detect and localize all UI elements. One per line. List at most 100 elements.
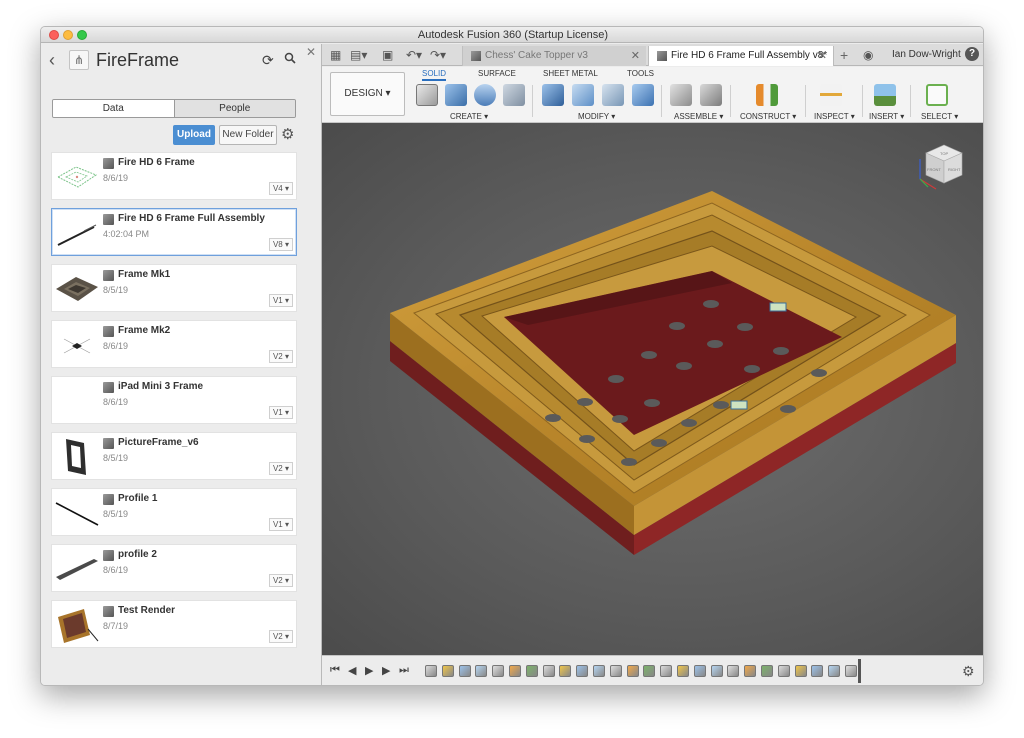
timeline-feature-icon[interactable]	[441, 665, 454, 677]
job-status-icon[interactable]: ◉	[863, 48, 873, 62]
timeline-feature-icon[interactable]	[777, 665, 790, 677]
timeline-feature-icon[interactable]	[593, 665, 605, 677]
timeline-feature-icon[interactable]	[542, 665, 555, 677]
search-icon[interactable]	[284, 51, 296, 67]
press-pull-icon[interactable]	[542, 84, 564, 106]
save-icon[interactable]: ▣	[382, 48, 393, 62]
frame-model[interactable]	[322, 123, 984, 655]
3d-viewport[interactable]: TOP FRONT RIGHT	[322, 123, 984, 655]
joint-marker[interactable]	[730, 400, 748, 410]
tab-data[interactable]: Data	[53, 100, 175, 117]
gear-icon[interactable]: ⚙	[281, 125, 294, 143]
tab-chess-cake-topper[interactable]: Chess' Cake Topper v3 ✕	[462, 46, 646, 66]
sketch-icon[interactable]	[416, 84, 438, 106]
version-dropdown[interactable]: V2 ▾	[268, 630, 293, 643]
grid-menu-icon[interactable]: ▦	[330, 48, 341, 62]
go-to-end-icon[interactable]: ⏭	[399, 664, 409, 677]
timeline-feature-icon[interactable]	[509, 665, 521, 677]
version-dropdown[interactable]: V1 ▾	[268, 518, 293, 531]
joint-marker[interactable]	[769, 302, 787, 312]
timeline-feature-icon[interactable]	[458, 665, 471, 677]
refresh-icon[interactable]: ⟳	[262, 52, 274, 69]
timeline-feature-icon[interactable]	[828, 665, 841, 677]
close-icon[interactable]: ✕	[306, 45, 316, 59]
tab-tools[interactable]: TOOLS	[627, 69, 654, 78]
timeline-feature-icon[interactable]	[576, 665, 589, 677]
close-icon[interactable]: ✕	[818, 46, 827, 66]
version-dropdown[interactable]: V8 ▾	[268, 238, 293, 251]
undo-icon[interactable]: ↶▾	[406, 48, 422, 62]
insert-image-icon[interactable]	[874, 84, 896, 106]
inspect-menu[interactable]: INSPECT ▾	[814, 112, 855, 121]
window-maximize-button[interactable]	[77, 30, 87, 40]
play-icon[interactable]: ▶	[365, 664, 373, 677]
timeline-feature-icon[interactable]	[677, 665, 689, 677]
tab-people[interactable]: People	[174, 100, 295, 117]
timeline-feature-icon[interactable]	[693, 665, 706, 677]
file-menu-icon[interactable]: ▤▾	[350, 48, 367, 62]
list-item[interactable]: Frame Mk2 8/6/19 V2 ▾	[51, 320, 297, 368]
new-folder-button[interactable]: New Folder	[219, 125, 277, 145]
list-item[interactable]: Profile 1 8/5/19 V1 ▾	[51, 488, 297, 536]
go-to-start-icon[interactable]: ⏮	[330, 664, 340, 677]
timeline-feature-icon[interactable]	[811, 665, 824, 677]
tab-sheet-metal[interactable]: SHEET METAL	[543, 69, 598, 78]
fillet-icon[interactable]	[572, 84, 594, 106]
upload-button[interactable]: Upload	[173, 125, 215, 145]
list-item[interactable]: Fire HD 6 Frame 8/6/19 V4 ▾	[51, 152, 297, 200]
chevron-left-icon[interactable]: ‹	[49, 50, 55, 71]
timeline-feature-icon[interactable]	[425, 665, 437, 677]
timeline-feature-icon[interactable]	[761, 665, 773, 677]
workspace-dropdown[interactable]: DESIGN ▾	[330, 72, 405, 116]
hole-icon[interactable]	[503, 84, 525, 106]
joint-icon[interactable]	[700, 84, 722, 106]
timeline-feature-icon[interactable]	[845, 665, 857, 677]
combine-icon[interactable]	[632, 84, 654, 106]
timeline-feature-icon[interactable]	[626, 665, 639, 677]
new-tab-icon[interactable]: +	[840, 47, 848, 63]
version-dropdown[interactable]: V1 ▾	[268, 406, 293, 419]
version-dropdown[interactable]: V4 ▾	[268, 182, 293, 195]
list-item[interactable]: Frame Mk1 8/5/19 V1 ▾	[51, 264, 297, 312]
list-item[interactable]: iPad Mini 3 Frame 8/6/19 V1 ▾	[51, 376, 297, 424]
timeline-feature-icon[interactable]	[744, 665, 757, 677]
extrude-icon[interactable]	[445, 84, 467, 106]
offset-plane-icon[interactable]	[756, 84, 778, 106]
tab-full-assembly[interactable]: Fire HD 6 Frame Full Assembly v8* ✕	[648, 46, 834, 66]
timeline-feature-icon[interactable]	[525, 665, 538, 677]
help-icon[interactable]: ?	[965, 47, 979, 61]
timeline-feature-icon[interactable]	[559, 665, 572, 677]
shell-icon[interactable]	[602, 84, 624, 106]
tab-solid[interactable]: SOLID	[422, 69, 447, 81]
timeline-feature-icon[interactable]	[609, 665, 622, 677]
timeline-feature-icon[interactable]	[727, 665, 740, 677]
list-item[interactable]: Test Render 8/7/19 V2 ▾	[51, 600, 297, 648]
measure-icon[interactable]	[820, 84, 842, 106]
version-dropdown[interactable]: V2 ▾	[268, 350, 293, 363]
tab-surface[interactable]: SURFACE	[478, 69, 516, 78]
version-dropdown[interactable]: V2 ▾	[268, 574, 293, 587]
viewcube[interactable]: TOP FRONT RIGHT	[916, 139, 966, 199]
list-item[interactable]: PictureFrame_v6 8/5/19 V2 ▾	[51, 432, 297, 480]
step-forward-icon[interactable]: ▶	[382, 664, 390, 677]
construct-menu[interactable]: CONSTRUCT ▾	[740, 112, 796, 121]
assemble-menu[interactable]: ASSEMBLE ▾	[674, 112, 723, 121]
timeline-feature-icon[interactable]	[794, 665, 807, 677]
window-minimize-button[interactable]	[63, 30, 73, 40]
list-item[interactable]: profile 2 8/6/19 V2 ▾	[51, 544, 297, 592]
timeline-feature-icon[interactable]	[492, 665, 505, 677]
timeline-feature-icon[interactable]	[710, 665, 723, 677]
new-component-icon[interactable]	[670, 84, 692, 106]
timeline-feature-icon[interactable]	[660, 665, 673, 677]
user-name[interactable]: Ian Dow-Wright	[892, 49, 961, 60]
select-icon[interactable]	[926, 84, 948, 106]
gear-icon[interactable]: ⚙	[962, 663, 975, 680]
insert-menu[interactable]: INSERT ▾	[869, 112, 904, 121]
revolve-icon[interactable]	[474, 84, 496, 106]
version-dropdown[interactable]: V1 ▾	[268, 294, 293, 307]
timeline-feature-icon[interactable]	[643, 665, 656, 677]
list-item[interactable]: Fire HD 6 Frame Full Assembly 4:02:04 PM…	[51, 208, 297, 256]
window-close-button[interactable]	[49, 30, 59, 40]
version-dropdown[interactable]: V2 ▾	[268, 462, 293, 475]
redo-icon[interactable]: ↷▾	[430, 48, 446, 62]
